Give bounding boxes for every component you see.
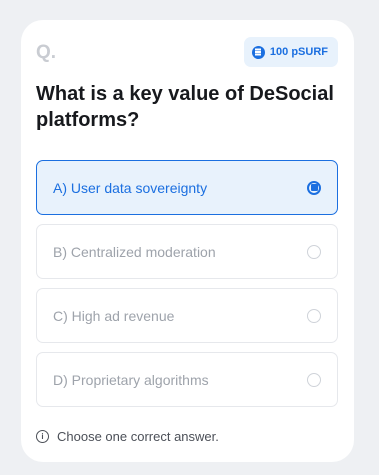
info-icon: i: [36, 430, 49, 443]
radio-empty-icon[interactable]: [307, 308, 321, 323]
question-prefix: Q.: [36, 42, 57, 63]
hint-row: i Choose one correct answer.: [36, 429, 219, 444]
option-a[interactable]: A) User data sovereignty: [36, 160, 338, 215]
reward-amount: 100 pSURF: [269, 46, 328, 58]
coin-icon: [251, 45, 265, 59]
quiz-card: Q. 100 pSURF What is a key value of DeSo…: [21, 20, 354, 462]
hint-text: Choose one correct answer.: [57, 429, 219, 444]
option-label: A) User data sovereignty: [53, 179, 208, 196]
radio-empty-icon[interactable]: [307, 244, 321, 259]
radio-empty-icon[interactable]: [307, 372, 321, 387]
option-label: D) Proprietary algorithms: [53, 371, 209, 388]
answer-options: A) User data sovereignty B) Centralized …: [36, 160, 338, 416]
option-d[interactable]: D) Proprietary algorithms: [36, 352, 338, 407]
radio-selected-icon[interactable]: [307, 180, 321, 195]
option-label: C) High ad revenue: [53, 307, 175, 324]
question-text: What is a key value of DeSocial platform…: [36, 83, 334, 131]
reward-badge: 100 pSURF: [243, 37, 338, 67]
option-b[interactable]: B) Centralized moderation: [36, 224, 338, 279]
option-c[interactable]: C) High ad revenue: [36, 288, 338, 343]
option-label: B) Centralized moderation: [53, 243, 216, 260]
